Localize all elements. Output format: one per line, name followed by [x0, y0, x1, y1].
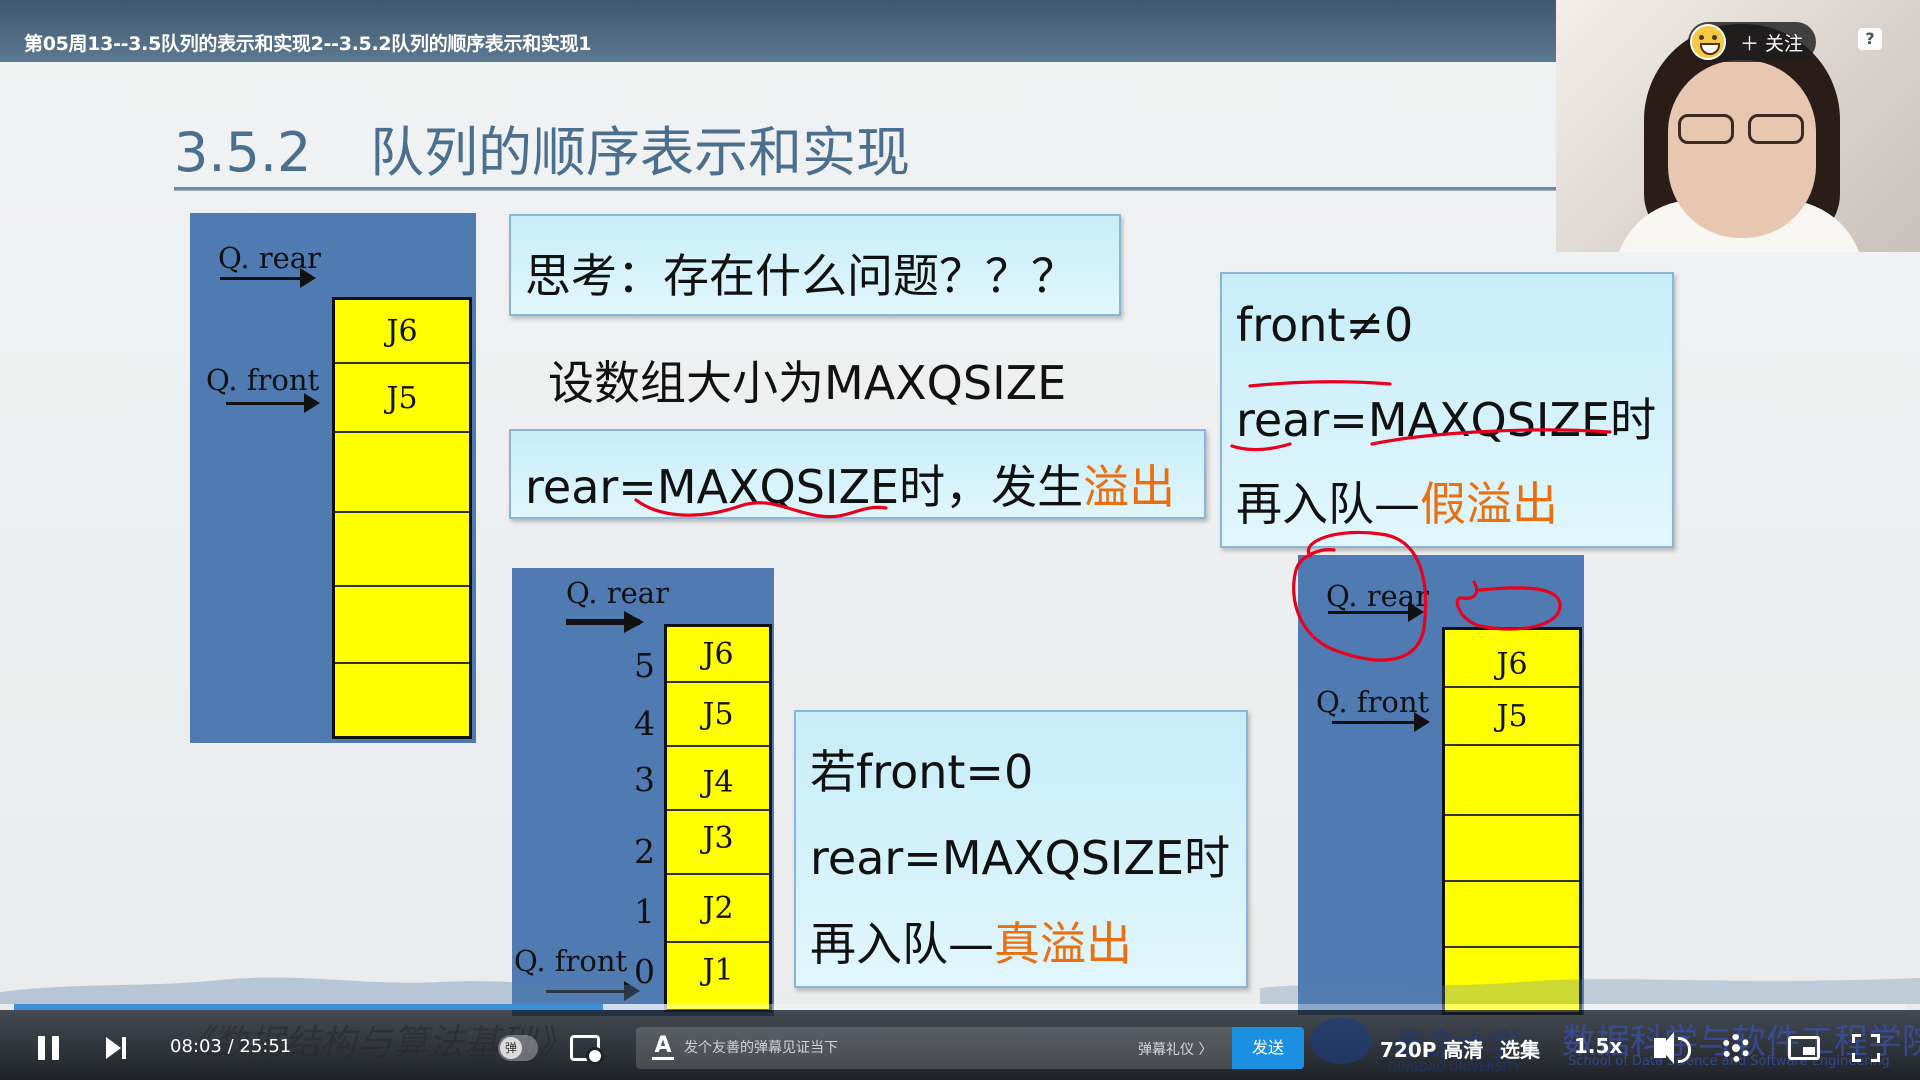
- heading-title: 队列的顺序表示和实现: [370, 121, 910, 184]
- queue-cell: J6: [1445, 630, 1579, 688]
- pip-icon[interactable]: [1788, 1036, 1820, 1060]
- avatar-icon[interactable]: [1690, 24, 1726, 60]
- text-style-icon[interactable]: A: [652, 1035, 674, 1060]
- time-display: 08:03 / 25:51: [170, 1036, 292, 1057]
- quality-button[interactable]: 720P 高清: [1380, 1034, 1483, 1063]
- false-overflow-box: front≠0 rear=MAXQSIZE时 再入队—假溢出: [1220, 272, 1674, 548]
- danmaku-settings-icon[interactable]: [570, 1035, 604, 1065]
- array-index: 5: [634, 646, 655, 685]
- fullscreen-icon[interactable]: [1852, 1034, 1880, 1062]
- glasses: [1678, 114, 1808, 144]
- danmaku-toggle-icon[interactable]: 弹: [498, 1035, 538, 1061]
- current-time: 08:03: [170, 1036, 222, 1057]
- overflow-condition: rear=MAXQSIZE时，发生: [525, 460, 1084, 514]
- queue-cell: [335, 513, 469, 587]
- queue-cell: [1445, 746, 1579, 816]
- rear-arrow: [1328, 602, 1424, 622]
- episodes-button[interactable]: 选集: [1500, 1034, 1540, 1063]
- pause-icon[interactable]: [38, 1036, 60, 1060]
- follow-label[interactable]: ＋ 关注: [1740, 29, 1803, 56]
- queue-cell: [335, 433, 469, 513]
- true-overflow-line2: rear=MAXQSIZE时: [810, 831, 1231, 885]
- think-text: 思考：存在什么问题？？？: [525, 249, 1077, 303]
- false-overflow-highlight: 假溢出: [1420, 477, 1558, 531]
- array-index: 3: [634, 760, 655, 799]
- front-arrow: [226, 393, 320, 413]
- university-logo: [1310, 1018, 1372, 1064]
- queue-cell: J6: [335, 300, 469, 364]
- title-bar: 第05周13--3.5队列的表示和实现2--3.5.2队列的顺序表示和实现1: [0, 0, 1556, 62]
- queue-array: J6 J5: [332, 297, 472, 739]
- danmaku-input[interactable]: [684, 1027, 1084, 1069]
- speed-button[interactable]: 1.5x: [1574, 1034, 1622, 1058]
- queue-cell: J2: [667, 875, 769, 943]
- overflow-highlight: 溢出: [1083, 460, 1176, 514]
- queue-cell: J5: [667, 683, 769, 747]
- think-box: 思考：存在什么问题？？？: [509, 214, 1121, 316]
- rear-label: Q. rear: [566, 576, 669, 610]
- decorative-strip: [0, 977, 1920, 1004]
- queue-cell: [335, 587, 469, 664]
- queue-diagram-left: Q. rear Q. front J6 J5: [190, 213, 476, 743]
- heading-divider: [174, 187, 1556, 191]
- false-overflow-line3: 再入队—假溢出: [1236, 468, 1558, 534]
- danmaku-etiquette-link[interactable]: 弹幕礼仪 〉: [1138, 1039, 1212, 1059]
- queue-array: J6 J5: [1442, 627, 1582, 1015]
- queue-cell: J6: [667, 627, 769, 683]
- settings-icon[interactable]: [1722, 1034, 1750, 1062]
- heading-number: 3.5.2: [174, 121, 312, 184]
- array-index: 4: [634, 704, 655, 743]
- array-index: 1: [634, 892, 655, 931]
- false-overflow-line1: front≠0: [1236, 298, 1414, 352]
- true-overflow-line1: 若front=0: [810, 745, 1034, 799]
- queue-cell: [1445, 816, 1579, 882]
- enqueue-text: 再入队—: [1236, 477, 1420, 531]
- video-title: 第05周13--3.5队列的表示和实现2--3.5.2队列的顺序表示和实现1: [24, 33, 592, 55]
- queue-cell: J3: [667, 811, 769, 875]
- next-icon[interactable]: [106, 1037, 128, 1059]
- front-label: Q. front: [1316, 685, 1430, 719]
- array-size-text: 设数组大小为MAXQSIZE: [548, 356, 1067, 410]
- follow-button[interactable]: ＋ 关注: [1688, 22, 1816, 62]
- volume-icon[interactable]: [1654, 1032, 1691, 1064]
- queue-cell: J5: [1445, 688, 1579, 746]
- help-icon[interactable]: ?: [1858, 28, 1882, 50]
- queue-cell: [335, 664, 469, 736]
- control-bar: 《数据结构与算法基础》 青岛大学 QINGDAO UNIVERSITY 数据科学…: [0, 1010, 1920, 1080]
- overflow-text: rear=MAXQSIZE时，发生溢出: [525, 451, 1175, 517]
- front-arrow: [1332, 712, 1430, 732]
- queue-array: J6 J5 J4 J3 J2 J1: [664, 624, 772, 1012]
- array-index: 2: [634, 832, 655, 871]
- video-player[interactable]: 3.5.2 队列的顺序表示和实现 Q. rear Q. front J6 J5 思…: [0, 0, 1920, 1080]
- danmaku-input-bar: A 弹幕礼仪 〉: [636, 1027, 1232, 1069]
- send-button[interactable]: 发送: [1232, 1027, 1304, 1069]
- queue-cell: J4: [667, 747, 769, 811]
- front-label: Q. front: [206, 363, 320, 397]
- queue-diagram-middle: Q. rear 5 4 3 2 1 0 Q. front J6 J5 J4 J3…: [512, 568, 774, 1016]
- true-overflow-box: 若front=0 rear=MAXQSIZE时 再入队—真溢出: [794, 710, 1248, 988]
- danmaku-toggle-knob[interactable]: 弹: [500, 1037, 522, 1059]
- queue-cell: [1445, 882, 1579, 948]
- slide-heading: 3.5.2 队列的顺序表示和实现: [174, 108, 910, 187]
- rear-arrow: [566, 611, 644, 633]
- overflow-box: rear=MAXQSIZE时，发生溢出: [509, 429, 1206, 519]
- rear-arrow: [220, 268, 316, 288]
- queue-diagram-right: Q. rear Q. front J6 J5: [1298, 555, 1584, 1015]
- false-overflow-line2: rear=MAXQSIZE时: [1236, 393, 1657, 447]
- total-time: 25:51: [239, 1036, 292, 1057]
- queue-cell: J5: [335, 364, 469, 433]
